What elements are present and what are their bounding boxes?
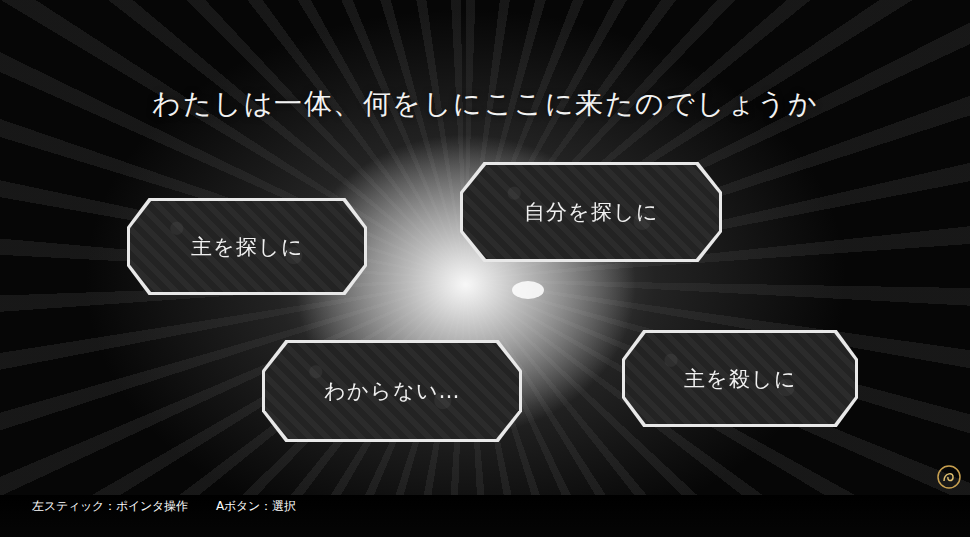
logo-icon bbox=[936, 463, 962, 491]
choice-button[interactable]: 主を探しに bbox=[127, 198, 367, 295]
choice-label: 主を探しに bbox=[130, 201, 364, 292]
choice-label: 主を殺しに bbox=[625, 333, 855, 424]
question-text: わたしは一体、何をしにここに来たのでしょうか bbox=[0, 0, 970, 122]
choice-label: わからない… bbox=[265, 343, 519, 439]
choice-field: 主を探しに 自分を探しにわからない… 主を殺しに bbox=[0, 122, 970, 495]
choice-button[interactable]: 自分を探しに bbox=[460, 162, 722, 262]
control-hints: 左スティック：ポインタ操作 Aボタン：選択 bbox=[0, 495, 970, 537]
choice-button[interactable]: 主を殺しに bbox=[622, 330, 858, 427]
pointer-icon bbox=[510, 278, 546, 302]
control-hint: Aボタン：選択 bbox=[216, 497, 296, 515]
choice-label: 自分を探しに bbox=[463, 165, 719, 259]
choice-screen: わたしは一体、何をしにここに来たのでしょうか主を探しに自分を探しにわからない…主… bbox=[0, 0, 970, 537]
choice-button[interactable]: わからない… bbox=[262, 340, 522, 442]
control-hint: 左スティック：ポインタ操作 bbox=[32, 497, 188, 515]
